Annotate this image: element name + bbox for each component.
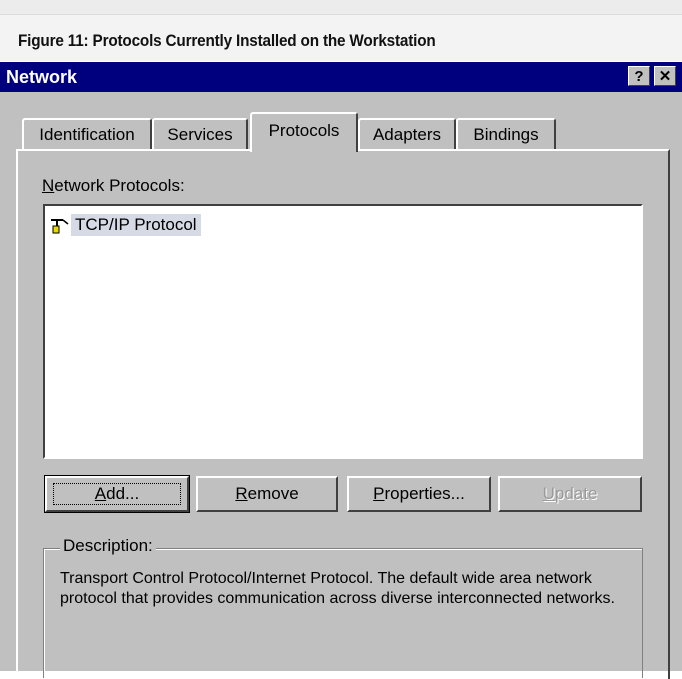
add-button[interactable]: Add... <box>44 475 190 513</box>
tab-identification[interactable]: Identification <box>22 118 152 150</box>
properties-label-rest: roperties... <box>384 484 465 503</box>
remove-button[interactable]: Remove <box>196 476 338 512</box>
accelerator-p: P <box>373 484 385 503</box>
description-groupbox <box>43 548 643 678</box>
title-bar[interactable]: Network ? ✕ <box>0 62 682 92</box>
network-protocols-label: Network Protocols: <box>42 176 185 196</box>
update-button[interactable]: Update <box>498 476 642 512</box>
description-title: Description: <box>60 536 156 556</box>
tcpip-protocol-label: TCP/IP Protocol <box>71 214 201 236</box>
accelerator-u: U <box>542 484 555 503</box>
properties-button[interactable]: Properties... <box>347 476 491 512</box>
top-strip <box>0 0 682 14</box>
update-label-rest: pdate <box>554 484 598 503</box>
tab-bindings[interactable]: Bindings <box>456 118 556 150</box>
protocols-listbox[interactable]: TCP/IP Protocol <box>43 204 643 459</box>
tab-adapters[interactable]: Adapters <box>358 118 456 150</box>
tab-services[interactable]: Services <box>152 118 248 150</box>
list-item[interactable]: TCP/IP Protocol <box>49 214 249 238</box>
window-title: Network <box>6 67 78 87</box>
tab-protocols[interactable]: Protocols <box>250 112 358 152</box>
focus-rect <box>53 483 181 505</box>
figure-caption: Figure 11: Protocols Currently Installed… <box>18 31 436 50</box>
network-protocol-icon <box>51 219 69 234</box>
description-text: Transport Control Protocol/Internet Prot… <box>60 570 615 607</box>
close-button[interactable]: ✕ <box>654 66 676 86</box>
accelerator-r: R <box>235 484 248 503</box>
figure-caption-bar: Figure 11: Protocols Currently Installed… <box>0 14 682 61</box>
label-rest: etwork Protocols: <box>54 176 185 195</box>
accelerator-n: N <box>42 176 55 195</box>
remove-label-rest: emove <box>247 484 299 503</box>
network-dialog: Network ? ✕ Identification Services Prot… <box>0 62 682 679</box>
help-button[interactable]: ? <box>628 66 650 86</box>
